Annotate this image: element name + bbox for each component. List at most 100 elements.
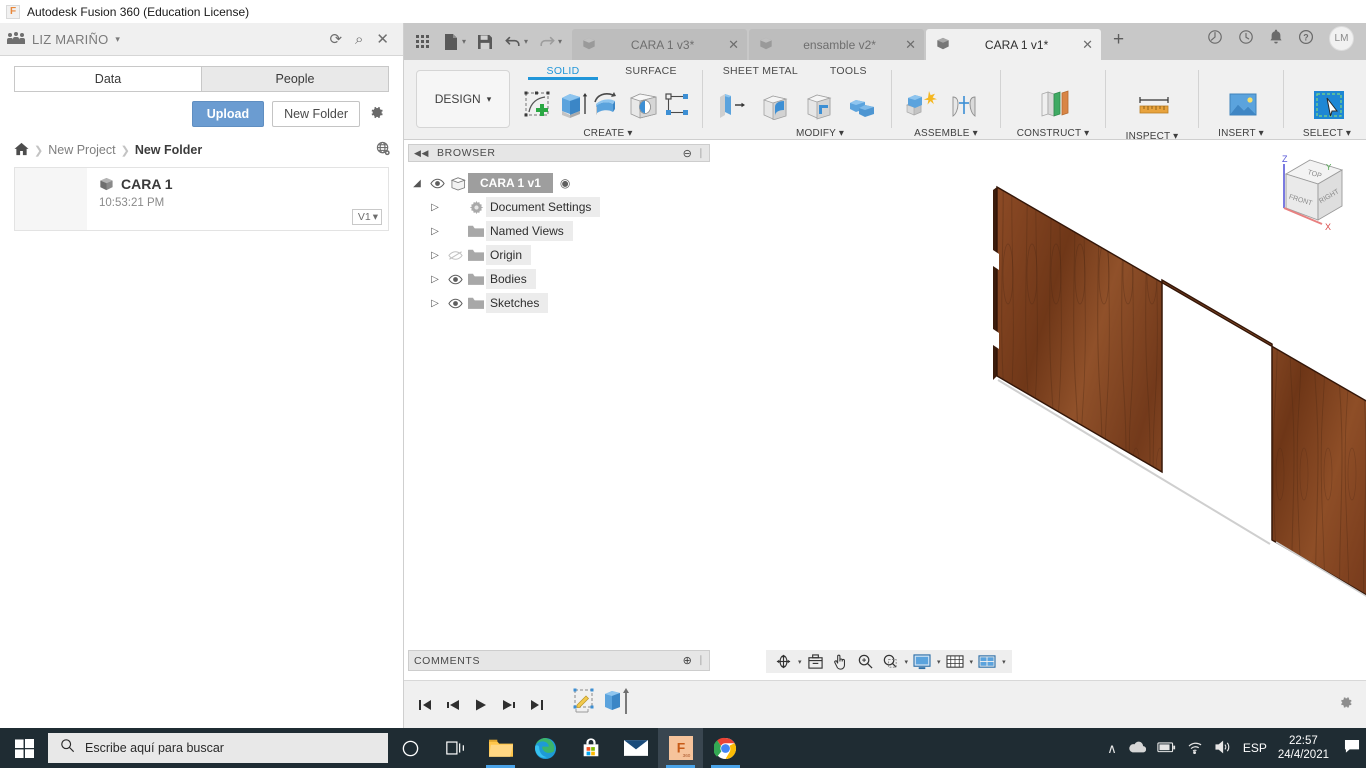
list-item[interactable]: CARA 1 10:53:21 PM V1 ▾ — [14, 167, 389, 231]
job-status-icon[interactable] — [1207, 29, 1223, 48]
orbit-icon[interactable] — [772, 651, 795, 673]
expander-icon[interactable]: ▷ — [426, 202, 444, 213]
search-icon[interactable]: ⌕ — [355, 32, 363, 47]
new-component-button[interactable] — [898, 84, 942, 126]
chevron-down-icon[interactable]: ▾ — [1346, 128, 1351, 139]
undo-icon[interactable] — [500, 27, 526, 57]
new-file-icon[interactable] — [438, 27, 464, 57]
select-tool-button[interactable] — [1307, 84, 1351, 126]
extrude-feature[interactable] — [601, 686, 631, 723]
collapse-browser-icon[interactable]: ◀◀ — [414, 148, 429, 159]
notification-bell-icon[interactable] — [1269, 29, 1283, 48]
refresh-icon[interactable]: ⟳ — [329, 32, 342, 47]
close-icon[interactable]: ✕ — [1082, 37, 1093, 53]
gear-icon[interactable] — [368, 104, 385, 125]
tab-people[interactable]: People — [201, 66, 389, 92]
version-dropdown[interactable]: V1 ▾ — [351, 209, 382, 225]
look-at-icon[interactable] — [804, 651, 827, 673]
notifications-icon[interactable] — [1340, 739, 1360, 757]
zoom-window-icon[interactable] — [879, 651, 902, 673]
redo-icon[interactable] — [534, 27, 560, 57]
ribbon-tab-sheet-metal[interactable]: SHEET METAL — [709, 60, 812, 78]
go-to-end-icon[interactable] — [524, 690, 550, 720]
hole-button[interactable] — [626, 84, 661, 126]
fusion-360-icon[interactable]: F 360 — [658, 728, 703, 768]
comments-panel[interactable]: COMMENTS ⊕ ∣ — [408, 650, 710, 671]
tree-row-root[interactable]: ◢ CARA 1 v1 ◉ — [408, 171, 710, 195]
tree-row-document-settings[interactable]: ▷ Document Settings — [408, 195, 710, 219]
document-tab-cara1-v3[interactable]: CARA 1 v3* ✕ — [572, 29, 748, 60]
shell-button[interactable] — [797, 84, 841, 126]
visibility-eye-icon[interactable] — [426, 178, 448, 189]
chevron-down-icon[interactable]: ▾ — [839, 128, 844, 139]
breadcrumb-item-new-project[interactable]: New Project — [48, 143, 115, 157]
mail-icon[interactable] — [613, 728, 658, 768]
visibility-eye-icon[interactable] — [444, 298, 466, 309]
language-indicator[interactable]: ESP — [1243, 741, 1267, 755]
step-back-icon[interactable] — [440, 690, 466, 720]
file-explorer-icon[interactable] — [478, 728, 523, 768]
document-tab-cara1-v1[interactable]: CARA 1 v1* ✕ — [926, 29, 1102, 60]
chevron-down-icon[interactable]: ▾ — [1002, 658, 1006, 666]
ribbon-tab-tools[interactable]: TOOLS — [812, 60, 885, 78]
workspace-selector-design[interactable]: DESIGN ▾ — [416, 70, 510, 128]
chevron-down-icon[interactable]: ▾ — [462, 37, 466, 46]
combine-button[interactable] — [841, 84, 885, 126]
battery-icon[interactable] — [1157, 741, 1176, 755]
measure-button[interactable] — [1132, 87, 1176, 129]
search-input[interactable]: Escribe aquí para buscar — [48, 733, 388, 763]
add-comment-icon[interactable]: ⊕ — [683, 654, 693, 667]
activate-component-radio[interactable]: ◉ — [560, 176, 570, 190]
expander-icon[interactable]: ▷ — [426, 274, 444, 285]
joint-button[interactable] — [942, 84, 986, 126]
help-icon[interactable]: ? — [1298, 29, 1314, 48]
expander-icon[interactable]: ◢ — [408, 178, 426, 189]
visibility-eye-hidden-icon[interactable] — [444, 250, 466, 261]
clock-date[interactable]: 24/4/2021 — [1278, 748, 1329, 762]
chevron-down-icon[interactable]: ▾ — [1173, 131, 1178, 142]
globe-icon[interactable] — [376, 141, 391, 159]
chevron-down-icon[interactable]: ▾ — [115, 34, 120, 45]
zoom-icon[interactable] — [854, 651, 877, 673]
minimize-browser-icon[interactable]: ⊖ — [683, 147, 693, 160]
save-icon[interactable] — [472, 27, 498, 57]
fillet-button[interactable] — [753, 84, 797, 126]
expander-icon[interactable]: ▷ — [426, 226, 444, 237]
chevron-down-icon[interactable]: ▾ — [970, 658, 974, 666]
new-folder-button[interactable]: New Folder — [272, 101, 360, 127]
extrude-button[interactable] — [555, 84, 590, 126]
app-grid-icon[interactable] — [410, 27, 436, 57]
new-document-tab-button[interactable]: + — [1103, 29, 1134, 54]
go-to-beginning-icon[interactable] — [412, 690, 438, 720]
display-settings-icon[interactable] — [910, 651, 934, 673]
create-form-button[interactable] — [661, 84, 696, 126]
cortana-icon[interactable] — [388, 728, 433, 768]
recent-icon[interactable] — [1238, 29, 1254, 48]
google-chrome-icon[interactable] — [703, 728, 748, 768]
document-tab-ensamble-v2[interactable]: ensamble v2* ✕ — [749, 29, 925, 60]
ribbon-tab-surface[interactable]: SURFACE — [606, 60, 696, 78]
timeline-settings-gear-icon[interactable] — [1337, 694, 1354, 716]
resize-grip-icon[interactable]: ∣ — [698, 148, 704, 159]
viewports-icon[interactable] — [975, 651, 999, 673]
grid-snaps-icon[interactable] — [943, 651, 967, 673]
show-hidden-icons-chevron-icon[interactable]: ∧ — [1107, 742, 1117, 755]
onedrive-cloud-icon[interactable] — [1128, 741, 1146, 755]
resize-grip-icon[interactable]: ∣ — [698, 655, 704, 666]
view-cube[interactable]: TOP FRONT RIGHT Z X Y — [1268, 146, 1360, 242]
home-icon[interactable] — [14, 142, 29, 159]
close-icon[interactable]: ✕ — [905, 37, 916, 53]
sketch-feature[interactable] — [572, 687, 600, 722]
chevron-down-icon[interactable]: ▾ — [627, 128, 632, 139]
pan-icon[interactable] — [829, 651, 852, 673]
task-view-icon[interactable] — [433, 728, 478, 768]
play-icon[interactable] — [468, 690, 494, 720]
visibility-eye-icon[interactable] — [444, 274, 466, 285]
chevron-down-icon[interactable]: ▾ — [905, 658, 909, 666]
tree-row-named-views[interactable]: ▷ Named Views — [408, 219, 710, 243]
chevron-down-icon[interactable]: ▾ — [1084, 128, 1089, 139]
chevron-down-icon[interactable]: ▾ — [1259, 128, 1264, 139]
breadcrumb-item-new-folder[interactable]: New Folder — [135, 143, 202, 157]
start-button[interactable] — [0, 728, 48, 768]
clock-time[interactable]: 22:57 — [1278, 734, 1329, 748]
